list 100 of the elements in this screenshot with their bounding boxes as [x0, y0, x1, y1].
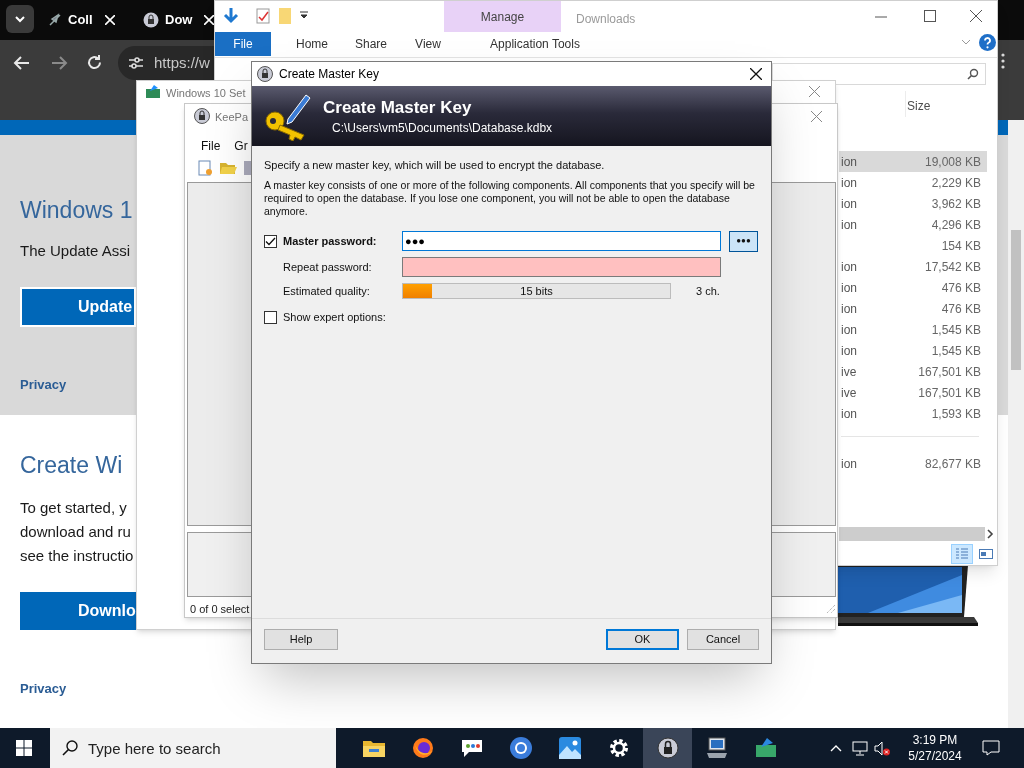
- column-header[interactable]: Size: [907, 97, 931, 115]
- table-cell-text: 476 KB: [941, 279, 981, 297]
- download-button[interactable]: Downlo: [20, 592, 136, 630]
- ribbon-tab[interactable]: Home: [285, 32, 339, 56]
- details-view-icon: [955, 548, 969, 560]
- banner-title: Create Master Key: [323, 97, 472, 119]
- properties-icon[interactable]: [256, 8, 270, 24]
- expert-options-checkbox[interactable]: [264, 310, 277, 324]
- ribbon-tab[interactable]: Application Tools: [463, 32, 607, 56]
- master-password-checkbox[interactable]: [264, 234, 277, 248]
- database-path: C:\Users\vm5\Documents\Database.kdbx: [332, 120, 553, 137]
- search-icon: [967, 68, 979, 80]
- scrollbar[interactable]: [1008, 120, 1024, 728]
- download-arrow-icon[interactable]: [223, 7, 239, 25]
- chevron-down-icon[interactable]: [961, 39, 971, 46]
- page-heading: Windows 1: [20, 196, 133, 225]
- ribbon-tab[interactable]: View: [403, 32, 453, 56]
- repeat-password-label: Repeat password:: [282, 259, 373, 275]
- notifications-icon[interactable]: [982, 740, 1000, 756]
- file-row[interactable]: ive 167,501 KB: [839, 382, 987, 403]
- settings-icon: [607, 737, 630, 759]
- section-heading: Create Wi: [20, 451, 123, 480]
- table-cell-text: ion: [841, 153, 857, 171]
- reload-icon[interactable]: [86, 54, 103, 71]
- dropdown-icon[interactable]: [300, 11, 308, 19]
- network-icon[interactable]: [852, 740, 868, 756]
- file-row[interactable]: ion 19,008 KB: [839, 151, 987, 172]
- chevron-up-icon[interactable]: [830, 744, 842, 752]
- computer-icon: [705, 737, 728, 759]
- taskbar-button[interactable]: [643, 728, 692, 768]
- expert-options-label: Show expert options:: [283, 309, 386, 325]
- master-password-field[interactable]: ●●●: [402, 231, 721, 251]
- status-text: 0 of 0 select: [190, 602, 250, 617]
- setup-app-icon: [146, 85, 160, 98]
- help-icon[interactable]: [979, 34, 996, 51]
- dialog-title: Create Master Key: [279, 66, 380, 83]
- menu-item[interactable]: File: [201, 137, 221, 155]
- file-row[interactable]: ion 1,545 KB: [839, 340, 987, 361]
- show-password-button[interactable]: ●●●: [729, 230, 758, 252]
- file-row[interactable]: ion 4,296 KB: [839, 214, 987, 235]
- windows-start-icon[interactable]: [16, 740, 32, 756]
- privacy-link[interactable]: Privacy: [20, 679, 67, 699]
- file-row[interactable]: ion 476 KB: [839, 298, 987, 319]
- dialog-button[interactable]: Help: [264, 629, 338, 650]
- close-icon[interactable]: [750, 68, 762, 80]
- quality-label: Estimated quality:: [282, 283, 371, 299]
- search-field[interactable]: [772, 63, 986, 85]
- menu-item[interactable]: Gr: [234, 137, 248, 155]
- character-count: 3 ch.: [696, 283, 720, 299]
- contextual-tab-header: Manage: [444, 1, 561, 32]
- file-row[interactable]: ion 476 KB: [839, 277, 987, 298]
- table-cell-text: 3,962 KB: [931, 195, 981, 213]
- close-icon[interactable]: [970, 10, 982, 22]
- file-row[interactable]: ive 167,501 KB: [839, 361, 987, 382]
- table-cell-text: 19,008 KB: [924, 153, 981, 171]
- table-cell-text: 82,677 KB: [924, 455, 981, 473]
- forward-icon[interactable]: [50, 55, 68, 71]
- file-row[interactable]: ion 82,677 KB: [839, 453, 987, 474]
- intro-text: Specify a new master key, which will be used to encrypt the database.: [264, 158, 606, 172]
- table-cell-text: 4,296 KB: [931, 216, 981, 234]
- table-cell-text: ion: [841, 216, 857, 234]
- site-settings-icon[interactable]: [128, 56, 144, 70]
- scroll-right-icon[interactable]: [987, 529, 994, 539]
- tab-search-button[interactable]: [6, 5, 34, 33]
- page-paragraph: To get started, y download and ru see the instructio: [20, 498, 134, 566]
- maximize-icon[interactable]: [924, 10, 936, 22]
- dialog-button[interactable]: Cancel: [687, 629, 759, 650]
- description-text: A master key consists of one or more of the following components. All components that you specify will be required to open the database. If you lose one component, you will not be able to open the database anymore.: [264, 179, 756, 218]
- table-cell-text: ion: [841, 321, 857, 339]
- clock-date[interactable]: 5/27/2024: [908, 748, 962, 764]
- table-cell-text: ion: [841, 300, 857, 318]
- horizontal-scrollbar[interactable]: [839, 527, 985, 541]
- table-cell-text: 1,593 KB: [931, 405, 981, 423]
- taskbar-search-field[interactable]: Type here to search: [50, 728, 336, 768]
- window-title: Downloads: [576, 11, 636, 28]
- table-cell-text: ive: [841, 384, 857, 402]
- browser-tab[interactable]: Coll: [48, 8, 115, 32]
- table-cell-text: ion: [841, 342, 857, 360]
- file-row[interactable]: ion 2,229 KB: [839, 172, 987, 193]
- more-menu-icon[interactable]: [1000, 52, 1006, 70]
- back-icon[interactable]: [13, 55, 31, 71]
- file-row[interactable]: 154 KB: [839, 235, 987, 256]
- table-cell-text: ive: [841, 363, 857, 381]
- file-row[interactable]: ion 3,962 KB: [839, 193, 987, 214]
- file-row[interactable]: ion 1,593 KB: [839, 403, 987, 424]
- resize-grip-icon[interactable]: [826, 604, 836, 614]
- update-button[interactable]: Update: [20, 287, 136, 327]
- table-cell-text: ion: [841, 258, 857, 276]
- file-row[interactable]: ion 1,545 KB: [839, 319, 987, 340]
- chevron-down-icon: [14, 15, 26, 23]
- clock-time[interactable]: 3:19 PM: [912, 732, 958, 748]
- file-row[interactable]: ion 17,542 KB: [839, 256, 987, 277]
- muted-speaker-icon[interactable]: [874, 740, 890, 756]
- repeat-password-field[interactable]: [402, 257, 721, 277]
- table-cell-text: ion: [841, 195, 857, 213]
- ribbon-tab[interactable]: Share: [339, 32, 403, 56]
- table-cell-text: 476 KB: [941, 300, 981, 318]
- dialog-button[interactable]: OK: [606, 629, 679, 650]
- table-cell-text: ion: [841, 279, 857, 297]
- privacy-link[interactable]: Privacy: [20, 375, 67, 395]
